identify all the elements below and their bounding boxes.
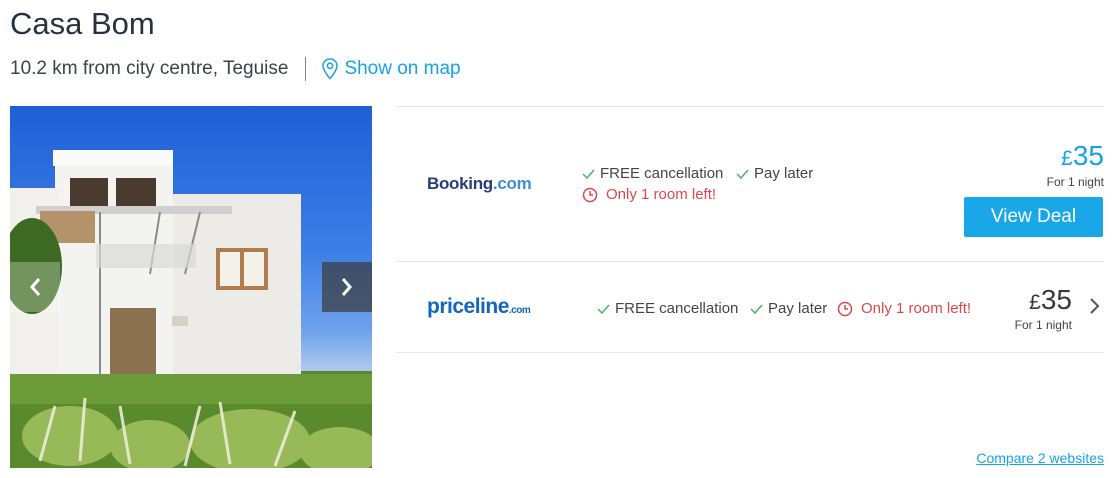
photo-prev-button[interactable] [10, 262, 60, 312]
rooms-left-warning: Only 1 room left! [837, 300, 971, 317]
booking-logo: Booking.com [427, 174, 532, 193]
check-icon [736, 169, 749, 179]
deal-price: £35 [1061, 140, 1104, 171]
free-cancellation-feature: FREE cancellation [597, 300, 738, 317]
deal-row-booking[interactable]: Booking.com FREE cancellation Pay later … [396, 106, 1104, 261]
location-line: 10.2 km from city centre, Teguise Show o… [10, 57, 461, 81]
rooms-left-warning: Only 1 room left! [582, 186, 716, 203]
hotel-name: Casa Bom [10, 6, 155, 41]
chevron-right-icon [341, 278, 352, 296]
show-on-map-label: Show on map [344, 58, 461, 79]
photo-next-button[interactable] [322, 262, 372, 312]
chevron-right-icon[interactable] [1086, 296, 1102, 316]
check-icon [750, 304, 763, 314]
location-distance: 10.2 km from city centre, Teguise [10, 58, 289, 79]
compare-websites-link[interactable]: Compare 2 websites [976, 450, 1104, 466]
clock-icon [582, 187, 598, 202]
deals-list: Booking.com FREE cancellation Pay later … [396, 106, 1104, 353]
chevron-left-icon [30, 278, 41, 296]
priceline-logo: priceline.com [427, 295, 531, 318]
price-period: For 1 night [1046, 175, 1104, 189]
view-deal-button[interactable]: View Deal [964, 197, 1103, 237]
deal-price: £35 [1029, 284, 1072, 315]
hotel-photo[interactable] [10, 106, 372, 468]
deal-row-priceline[interactable]: priceline.com FREE cancellation Pay late… [396, 261, 1104, 353]
hotel-photo-image [10, 150, 372, 468]
free-cancellation-feature: FREE cancellation [582, 165, 723, 182]
check-icon [582, 169, 595, 179]
pay-later-feature: Pay later [736, 165, 813, 182]
show-on-map-link[interactable]: Show on map [322, 58, 461, 80]
price-period: For 1 night [1014, 318, 1072, 332]
divider [305, 57, 307, 81]
map-pin-icon [322, 58, 339, 80]
clock-icon [837, 301, 853, 316]
check-icon [597, 304, 610, 314]
pay-later-feature: Pay later [750, 300, 827, 317]
